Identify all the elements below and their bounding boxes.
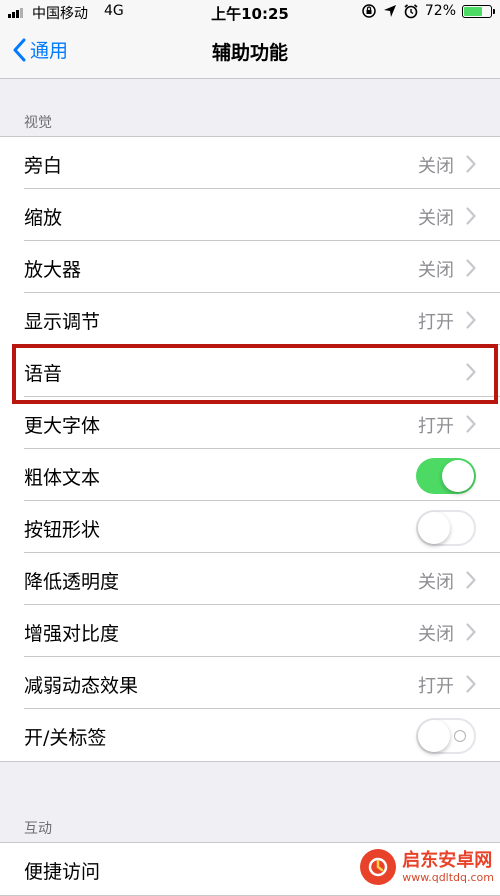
- row-label: 便捷访问: [24, 861, 101, 883]
- chevron-right-icon: [466, 675, 476, 697]
- settings-row[interactable]: 放大器 关闭: [24, 241, 500, 293]
- toggle-knob: [418, 720, 450, 752]
- settings-row[interactable]: 开/关标签: [24, 709, 500, 761]
- settings-row[interactable]: 语音: [24, 345, 500, 397]
- row-label: 缩放: [24, 207, 63, 229]
- off-indicator-icon: [454, 730, 466, 742]
- row-value: 打开: [418, 676, 454, 697]
- row-value: 关闭: [418, 572, 454, 593]
- rotation-lock-icon: [362, 4, 376, 18]
- watermark-logo-icon: [360, 849, 397, 885]
- chevron-right-icon: [466, 363, 476, 385]
- chevron-right-icon: [466, 155, 476, 177]
- row-value: 关闭: [418, 624, 454, 645]
- row-label: 旁白: [24, 155, 63, 177]
- row-value: 打开: [418, 312, 454, 333]
- row-label: 增强对比度: [24, 623, 120, 645]
- settings-row[interactable]: 减弱动态效果 打开: [24, 657, 500, 709]
- navigation-bar: 通用 辅助功能: [0, 26, 500, 79]
- status-bar: 中国移动 4G 上午10:25 72%: [0, 0, 500, 26]
- row-label: 语音: [24, 363, 63, 385]
- status-right-group: 72%: [361, 3, 495, 19]
- settings-row[interactable]: 显示调节 打开: [24, 293, 500, 345]
- location-icon: [383, 5, 396, 17]
- row-label: 粗体文本: [24, 467, 101, 489]
- vision-settings-list: 旁白 关闭 缩放 关闭 放大器 关闭 显示调节 打开 语音 更大字体 打开 粗体文本 按钮形状 降低透明度…: [0, 136, 500, 762]
- battery-icon: [462, 4, 495, 18]
- chevron-right-icon: [466, 623, 476, 645]
- battery-percent: 72%: [424, 3, 456, 19]
- watermark-url: www.qdltdq.com: [402, 870, 494, 884]
- row-label: 更大字体: [24, 415, 101, 437]
- toggle-switch[interactable]: [416, 510, 476, 546]
- page-title: 辅助功能: [211, 42, 288, 64]
- alarm-icon: [404, 4, 418, 19]
- section-header-vision: 视觉: [24, 115, 52, 131]
- settings-row[interactable]: 粗体文本: [24, 449, 500, 501]
- settings-row[interactable]: 缩放 关闭: [24, 189, 500, 241]
- row-label: 减弱动态效果: [24, 675, 139, 697]
- toggle-switch[interactable]: [416, 458, 476, 494]
- row-label: 显示调节: [24, 311, 101, 333]
- row-label: 按钮形状: [24, 519, 101, 541]
- toggle-knob: [442, 460, 474, 492]
- row-label: 开/关标签: [24, 727, 107, 749]
- watermark-name: 启东安卓网: [402, 849, 493, 871]
- chevron-right-icon: [466, 259, 476, 281]
- settings-row[interactable]: 增强对比度 关闭: [24, 605, 500, 657]
- toggle-knob: [418, 512, 450, 544]
- toggle-switch[interactable]: [416, 718, 476, 754]
- row-label: 放大器: [24, 259, 82, 281]
- section-header-interaction: 互动: [24, 821, 52, 837]
- chevron-right-icon: [466, 415, 476, 437]
- settings-row[interactable]: 旁白 关闭: [24, 137, 500, 189]
- row-label: 降低透明度: [24, 571, 120, 593]
- row-value: 关闭: [418, 260, 454, 281]
- settings-row[interactable]: 降低透明度 关闭: [24, 553, 500, 605]
- chevron-right-icon: [466, 311, 476, 333]
- row-value: 打开: [418, 416, 454, 437]
- chevron-right-icon: [466, 571, 476, 593]
- row-value: 关闭: [418, 208, 454, 229]
- settings-row[interactable]: 按钮形状: [24, 501, 500, 553]
- watermark: 启东安卓网 www.qdltdq.com: [360, 849, 494, 885]
- chevron-right-icon: [466, 207, 476, 229]
- settings-row[interactable]: 更大字体 打开: [24, 397, 500, 449]
- row-value: 关闭: [418, 156, 454, 177]
